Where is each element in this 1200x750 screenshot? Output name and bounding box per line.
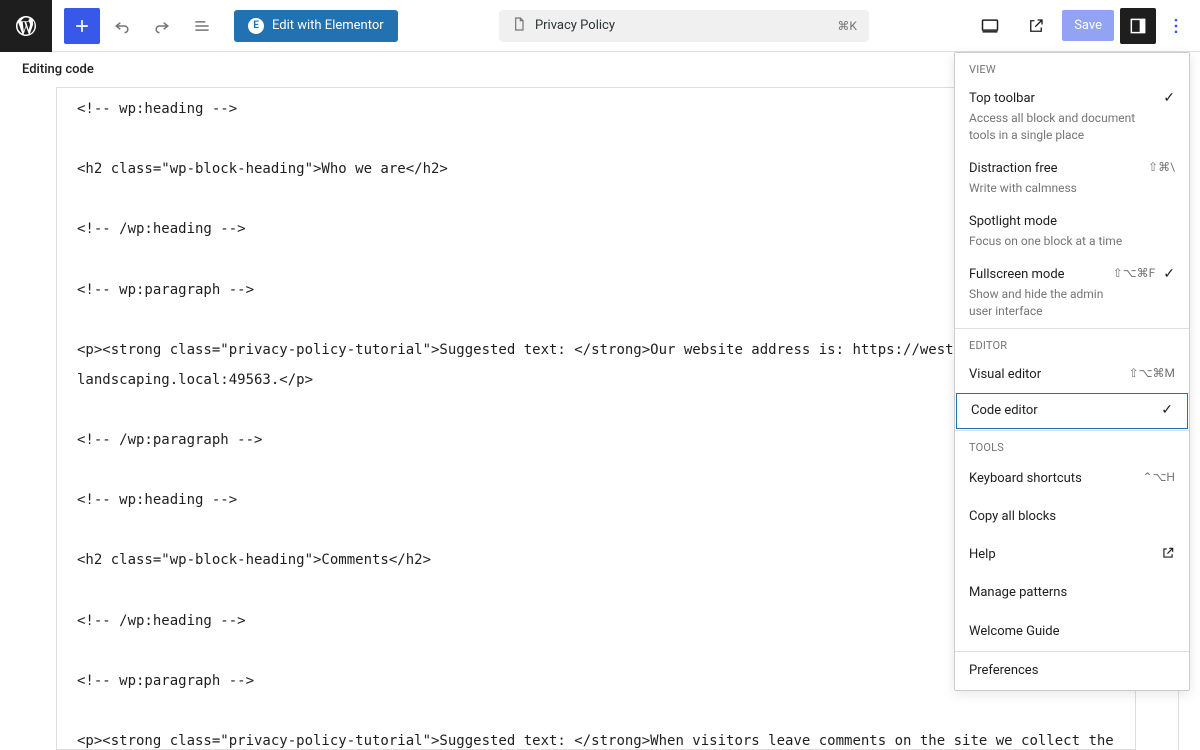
save-button[interactable]: Save bbox=[1062, 10, 1114, 41]
page-icon bbox=[511, 16, 527, 36]
options-dropdown: View Top toolbar Access all block and do… bbox=[954, 52, 1190, 691]
settings-sidebar-toggle[interactable] bbox=[1120, 8, 1156, 44]
menu-copy-all-blocks[interactable]: Copy all blocks bbox=[955, 498, 1189, 536]
wp-logo[interactable] bbox=[0, 0, 52, 52]
undo-button[interactable] bbox=[104, 8, 140, 44]
menu-spotlight-mode[interactable]: Spotlight mode Focus on one block at a t… bbox=[955, 205, 1189, 258]
options-menu-button[interactable] bbox=[1162, 8, 1190, 44]
open-external-button[interactable] bbox=[1018, 8, 1054, 44]
editing-code-label: Editing code bbox=[22, 62, 94, 77]
menu-keyboard-shortcuts[interactable]: Keyboard shortcuts ⌃⌥H bbox=[955, 460, 1189, 498]
menu-preferences[interactable]: Preferences bbox=[955, 652, 1189, 690]
check-icon: ✓ bbox=[1163, 266, 1175, 282]
menu-help[interactable]: Help bbox=[955, 536, 1189, 574]
external-link-icon bbox=[1161, 546, 1175, 564]
check-icon: ✓ bbox=[1163, 90, 1175, 106]
menu-top-toolbar[interactable]: Top toolbar Access all block and documen… bbox=[955, 82, 1189, 152]
document-overview-button[interactable] bbox=[184, 8, 220, 44]
add-block-button[interactable] bbox=[64, 8, 100, 44]
command-shortcut: ⌘K bbox=[837, 19, 857, 33]
dropdown-section-tools: Tools bbox=[955, 431, 1189, 460]
document-title: Privacy Policy bbox=[535, 18, 615, 33]
dropdown-section-editor: Editor bbox=[955, 329, 1189, 358]
menu-visual-editor[interactable]: Visual editor ⇧⌥⌘M bbox=[955, 358, 1189, 392]
menu-distraction-free[interactable]: Distraction free Write with calmness ⇧⌘\ bbox=[955, 152, 1189, 205]
elementor-icon: E bbox=[248, 18, 264, 34]
menu-fullscreen-mode[interactable]: Fullscreen mode Show and hide the admin … bbox=[955, 258, 1189, 328]
menu-welcome-guide[interactable]: Welcome Guide bbox=[955, 613, 1189, 651]
top-toolbar: E Edit with Elementor Privacy Policy ⌘K … bbox=[0, 0, 1200, 52]
redo-button[interactable] bbox=[144, 8, 180, 44]
menu-code-editor[interactable]: Code editor ✓ bbox=[956, 393, 1188, 429]
elementor-label: Edit with Elementor bbox=[272, 18, 384, 33]
menu-manage-patterns[interactable]: Manage patterns bbox=[955, 574, 1189, 612]
edit-elementor-button[interactable]: E Edit with Elementor bbox=[234, 10, 398, 42]
dropdown-section-view: View bbox=[955, 53, 1189, 82]
document-title-pill[interactable]: Privacy Policy ⌘K bbox=[499, 10, 869, 42]
check-icon: ✓ bbox=[1161, 402, 1173, 418]
view-button[interactable] bbox=[972, 8, 1008, 44]
